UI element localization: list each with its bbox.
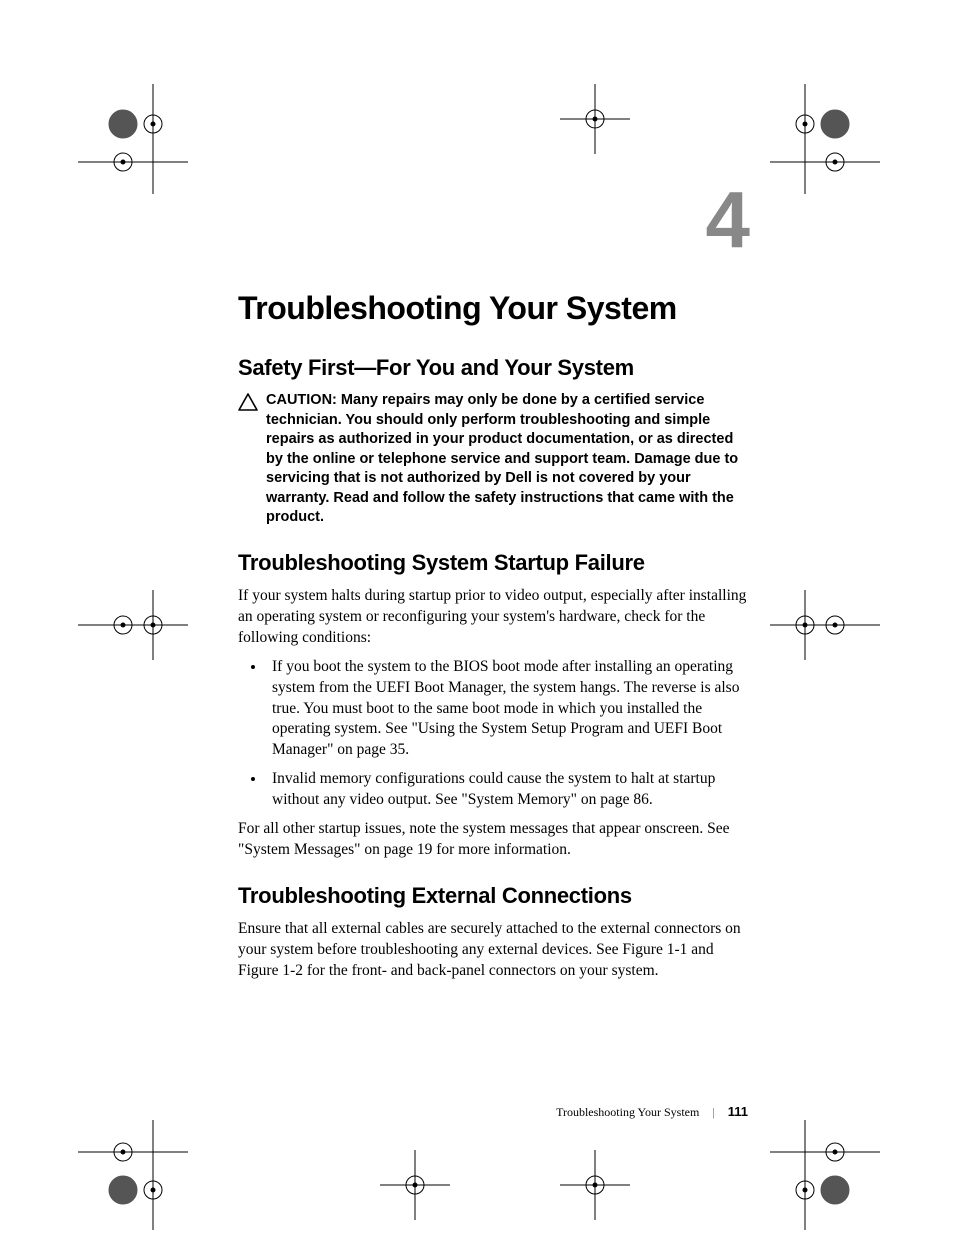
section-title-startup: Troubleshooting System Startup Failure: [238, 550, 748, 576]
caution-label: CAUTION:: [266, 392, 341, 408]
crop-mark-bottom-center-1: [380, 1150, 450, 1220]
page-content: 4 Troubleshooting Your System Safety Fir…: [238, 180, 748, 988]
list-item: If you boot the system to the BIOS boot …: [266, 657, 748, 762]
crop-mark-top-left: [78, 84, 188, 194]
footer-separator: |: [712, 1105, 714, 1119]
external-body: Ensure that all external cables are secu…: [238, 919, 748, 982]
crop-mark-mid-left: [78, 590, 188, 660]
crop-mark-bottom-center-2: [560, 1150, 630, 1220]
startup-outro: For all other startup issues, note the s…: [238, 819, 748, 861]
page-footer: Troubleshooting Your System | 111: [238, 1104, 748, 1120]
caution-block: CAUTION: Many repairs may only be done b…: [238, 391, 748, 528]
footer-title: Troubleshooting Your System: [556, 1105, 699, 1119]
crop-mark-top-right: [770, 84, 880, 194]
crop-mark-top-center: [560, 84, 630, 154]
startup-intro: If your system halts during startup prio…: [238, 586, 748, 649]
list-item: Invalid memory configurations could caus…: [266, 769, 748, 811]
footer-page-number: 111: [728, 1104, 748, 1119]
caution-text: CAUTION: Many repairs may only be done b…: [266, 391, 748, 528]
section-title-safety: Safety First—For You and Your System: [238, 355, 748, 381]
chapter-number: 4: [238, 180, 748, 260]
crop-mark-bottom-right: [770, 1120, 880, 1230]
crop-mark-bottom-left: [78, 1120, 188, 1230]
startup-bullets: If you boot the system to the BIOS boot …: [238, 657, 748, 811]
caution-icon: [238, 393, 258, 416]
crop-mark-mid-right: [770, 590, 880, 660]
section-title-external: Troubleshooting External Connections: [238, 883, 748, 909]
caution-body: Many repairs may only be done by a certi…: [266, 392, 738, 525]
chapter-title: Troubleshooting Your System: [238, 290, 748, 327]
